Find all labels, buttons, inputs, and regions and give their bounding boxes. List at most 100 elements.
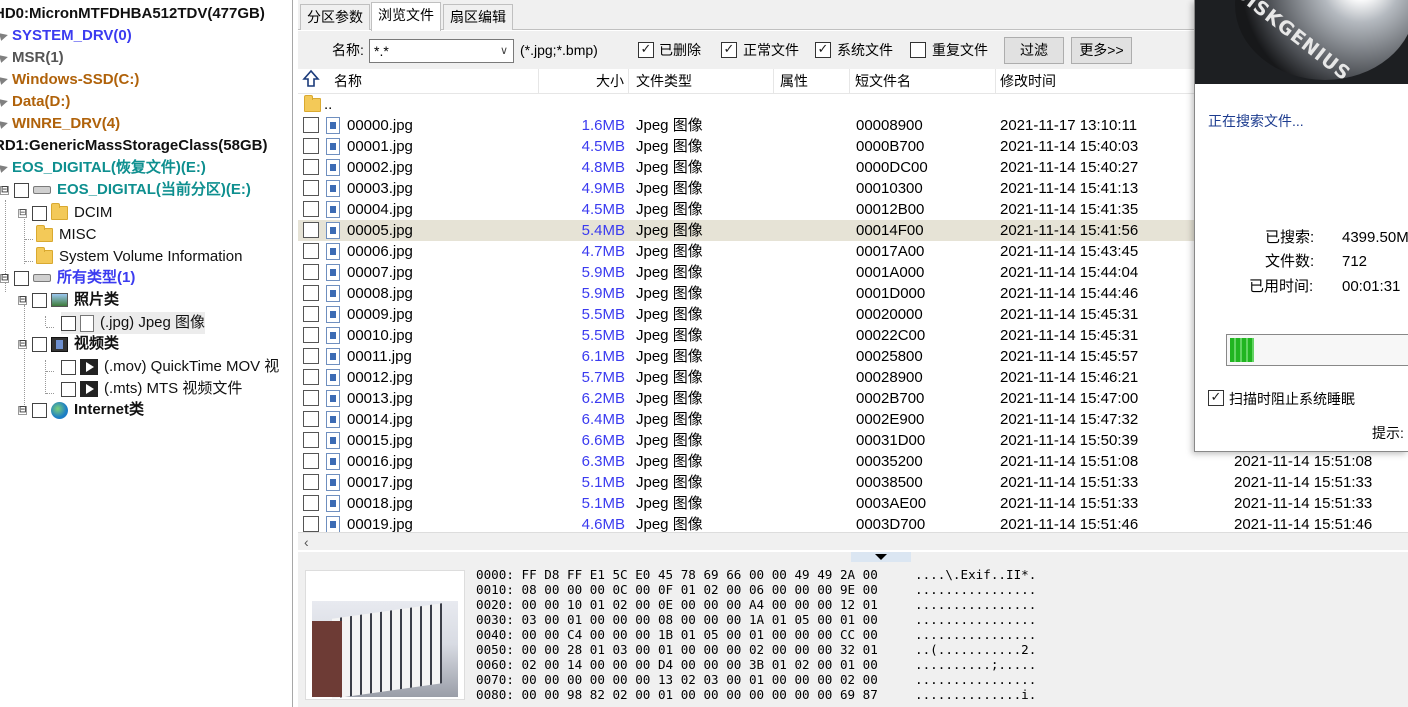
file-name: 00004.jpg [347,201,413,218]
tree-item-mts[interactable]: (.mts) MTS 视频文件 [61,378,242,400]
prevent-sleep-checkbox[interactable]: ✓ [1208,390,1224,406]
horizontal-scrollbar[interactable]: ‹ [298,532,1408,550]
file-checkbox[interactable] [303,243,319,259]
file-checkbox[interactable] [303,390,319,406]
tree-checkbox[interactable] [14,182,29,198]
tree-item-system-drv[interactable]: SYSTEM_DRV(0) [0,25,132,47]
splitter-arrow-icon[interactable] [851,552,911,562]
scroll-left-icon[interactable]: ‹ [304,533,309,551]
tree-checkbox[interactable] [61,381,76,397]
tree-item-mov[interactable]: (.mov) QuickTime MOV 视 [61,356,279,378]
tree-item-system-volume-information[interactable]: System Volume Information [36,246,242,268]
tree-item-internet[interactable]: ⊟ Internet类 [18,399,144,421]
filter-button[interactable]: 过滤 [1004,37,1064,64]
tree-item-hd0[interactable]: HD0:MicronMTFDHBA512TDV(477GB) [0,3,265,25]
tab-partition-params[interactable]: 分区参数 [300,4,370,30]
file-checkbox[interactable] [303,453,319,469]
tree-checkbox[interactable] [32,292,47,308]
tree-item-videos[interactable]: ⊟ 视频类 [18,333,119,355]
file-checkbox[interactable] [303,117,319,133]
tree-item-photos[interactable]: ⊟ 照片类 [18,289,119,311]
file-checkbox[interactable] [303,474,319,490]
tree-checkbox[interactable] [32,336,47,352]
tree-item-windows-ssd[interactable]: Windows-SSD(C:) [0,69,139,91]
file-checkbox[interactable] [303,432,319,448]
tree-item-eos-current[interactable]: ⊟ EOS_DIGITAL(当前分区)(E:) [0,179,251,201]
file-checkbox[interactable] [303,306,319,322]
more-button[interactable]: 更多>> [1071,37,1132,64]
column-type[interactable]: 文件类型 [632,69,774,94]
file-checkbox[interactable] [303,348,319,364]
expand-toggle-icon[interactable]: ⊟ [18,339,27,349]
name-filter-input[interactable] [369,39,514,63]
file-short-name: 0000B700 [856,138,925,155]
file-short-name: 00010300 [856,180,923,197]
file-type: Jpeg 图像 [636,117,703,134]
tree-checkbox[interactable] [14,270,29,286]
file-checkbox[interactable] [303,516,319,532]
file-name: 00006.jpg [347,243,413,260]
ascii-view[interactable]: ....\.Exif..II*.........................… [915,567,1036,702]
expand-toggle-icon[interactable]: ⊟ [18,208,27,218]
tree-item-dcim[interactable]: ⊟ DCIM [18,202,112,224]
file-checkbox[interactable] [303,264,319,280]
tree-checkbox[interactable] [61,359,76,375]
tree-checkbox[interactable] [61,315,76,331]
tree-checkbox[interactable] [32,402,47,418]
file-type: Jpeg 图像 [636,411,703,428]
file-checkbox[interactable] [303,201,319,217]
expand-toggle-icon[interactable]: ⊟ [18,295,27,305]
system-files-checkbox[interactable]: ✓ [815,42,831,58]
tree-item-label: EOS_DIGITAL(恢复文件)(E:) [12,159,206,176]
column-attributes[interactable]: 属性 [776,69,850,94]
up-arrow-icon[interactable] [298,69,328,94]
expand-toggle-icon[interactable]: ⊟ [0,273,9,283]
file-row[interactable]: 00016.jpg 6.3MB Jpeg 图像 00035200 2021-11-14 … [298,451,1408,472]
column-name[interactable]: 名称 [330,69,539,94]
tree-item-eos-recovered[interactable]: EOS_DIGITAL(恢复文件)(E:) [0,157,206,179]
file-checkbox[interactable] [303,159,319,175]
hex-line: 0080: 00 00 98 82 02 00 01 00 00 00 00 0… [476,687,878,702]
diskgenius-logo: DISKGENIUS [1195,0,1408,84]
tree-item-misc[interactable]: MISC [36,224,97,246]
file-short-name: 0003D700 [856,516,926,532]
file-checkbox[interactable] [303,327,319,343]
file-checkbox[interactable] [303,138,319,154]
tree-item-msr[interactable]: MSR(1) [0,47,64,69]
normal-files-checkbox[interactable]: ✓ [721,42,737,58]
deleted-checkbox[interactable]: ✓ [638,42,654,58]
column-short-name[interactable]: 短文件名 [851,69,996,94]
expand-toggle-icon[interactable]: ⊟ [0,185,9,195]
tree-item-all-types[interactable]: ⊟ 所有类型(1) [0,267,135,289]
file-modified: 2021-11-14 15:51:33 [1000,474,1139,491]
file-checkbox[interactable] [303,222,319,238]
file-checkbox[interactable] [303,411,319,427]
search-progress-dialog: DISKGENIUS 正在搜索文件... 已搜索: 4399.50MB 文件数:… [1194,0,1408,452]
tab-browse-files[interactable]: 浏览文件 [371,2,441,31]
hex-view[interactable]: 0000: FF D8 FF E1 5C E0 45 78 69 66 00 0… [476,567,878,702]
file-checkbox[interactable] [303,180,319,196]
file-modified: 2021-11-14 15:40:27 [1000,159,1139,176]
file-row[interactable]: 00019.jpg 4.6MB Jpeg 图像 0003D700 2021-11-14 … [298,514,1408,532]
tab-sector-edit[interactable]: 扇区编辑 [443,4,513,30]
expand-toggle-icon[interactable]: ⊟ [18,405,27,415]
tree-item-jpg[interactable]: (.jpg) Jpeg 图像 [61,312,206,334]
hex-line: 0060: 02 00 14 00 00 00 D4 00 00 00 3B 0… [476,657,878,672]
file-checkbox[interactable] [303,285,319,301]
duplicate-files-checkbox[interactable] [910,42,926,58]
tree-checkbox[interactable] [32,205,47,221]
file-size: 6.2MB [581,390,625,407]
chevron-down-icon[interactable]: ∨ [497,41,511,61]
internet-icon [51,401,68,419]
tree-guide-line [45,360,46,394]
file-row[interactable]: 00017.jpg 5.1MB Jpeg 图像 00038500 2021-11-14 … [298,472,1408,493]
tree-item-data[interactable]: Data(D:) [0,91,70,113]
file-checkbox[interactable] [303,495,319,511]
tree-item-rd1[interactable]: RD1:GenericMassStorageClass(58GB) [0,135,267,157]
file-row[interactable]: 00018.jpg 5.1MB Jpeg 图像 0003AE00 2021-11-14 … [298,493,1408,514]
file-checkbox[interactable] [303,369,319,385]
file-size: 6.6MB [581,432,625,449]
column-size[interactable]: 大小 [539,69,629,94]
partition-tree[interactable]: HD0:MicronMTFDHBA512TDV(477GB) SYSTEM_DRV… [0,0,293,707]
tree-item-winre-drv[interactable]: WINRE_DRV(4) [0,113,120,135]
